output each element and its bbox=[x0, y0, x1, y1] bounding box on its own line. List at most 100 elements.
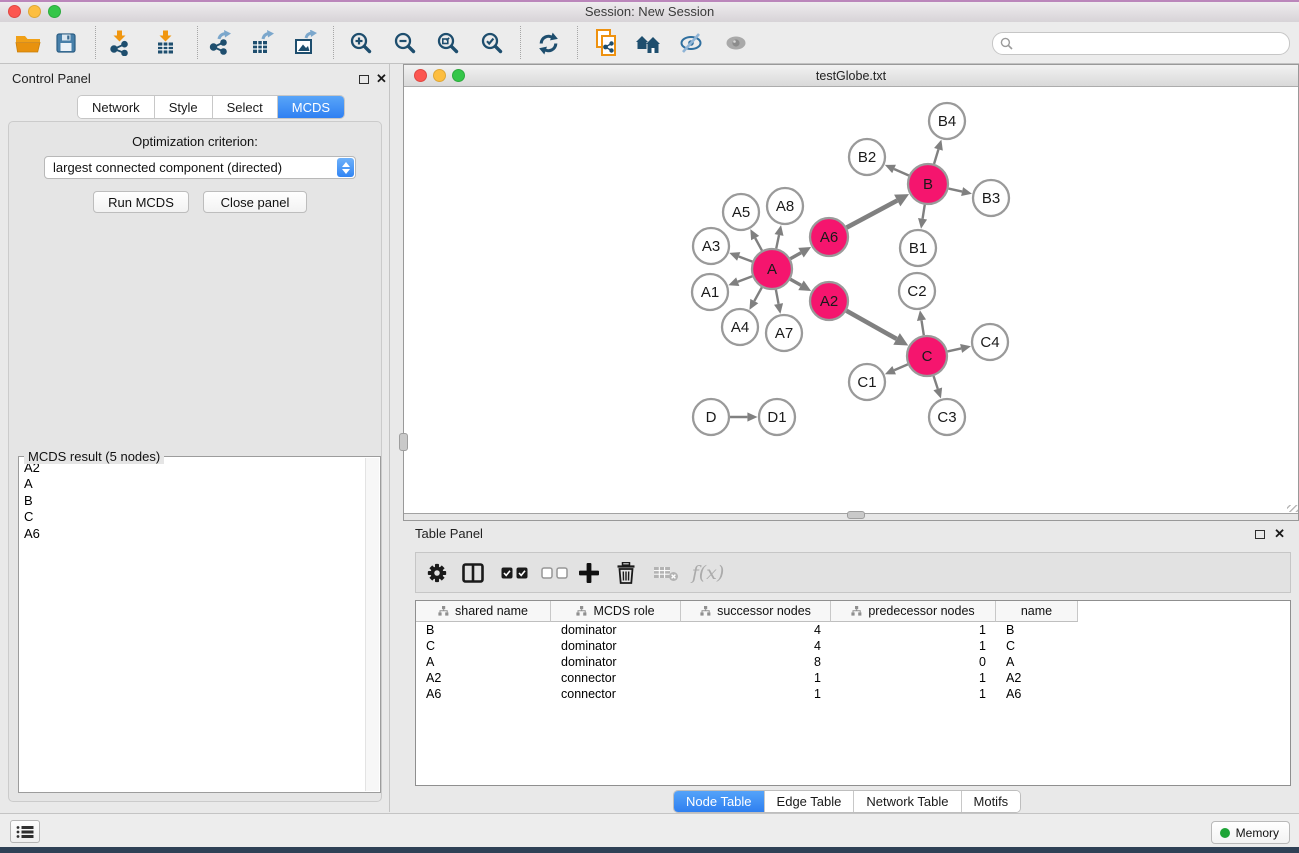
tab-style[interactable]: Style bbox=[155, 96, 213, 118]
search-field[interactable] bbox=[992, 32, 1290, 55]
mcds-result-item[interactable]: B bbox=[24, 493, 375, 509]
table-row[interactable]: Adominator80A bbox=[416, 654, 1290, 670]
zoom-out-button[interactable] bbox=[387, 25, 423, 61]
float-panel-icon[interactable] bbox=[359, 75, 369, 84]
tab-network[interactable]: Network bbox=[78, 96, 155, 118]
graph-edge-A-A8[interactable] bbox=[776, 235, 779, 248]
network-horizontal-scrollbar[interactable] bbox=[847, 511, 865, 519]
home-button[interactable] bbox=[630, 25, 666, 61]
graph-node-C1[interactable]: C1 bbox=[849, 364, 885, 400]
table-row[interactable]: A2connector11A2 bbox=[416, 670, 1290, 686]
graph-node-A2[interactable]: A2 bbox=[810, 282, 848, 320]
zoom-in-button[interactable] bbox=[343, 25, 379, 61]
table-row[interactable]: Bdominator41B bbox=[416, 622, 1290, 638]
graph-edge-A-A2[interactable] bbox=[790, 279, 801, 285]
show-all-button[interactable] bbox=[718, 25, 754, 61]
resize-grip-icon[interactable] bbox=[1287, 501, 1298, 512]
column-header-MCDS-role[interactable]: MCDS role bbox=[551, 601, 681, 622]
graph-node-A8[interactable]: A8 bbox=[767, 188, 803, 224]
import-network-button[interactable] bbox=[102, 25, 138, 61]
table-row[interactable]: A6connector11A6 bbox=[416, 686, 1290, 702]
graph-node-B4[interactable]: B4 bbox=[929, 103, 965, 139]
close-panel-button[interactable]: Close panel bbox=[203, 191, 307, 213]
column-header-shared-name[interactable]: shared name bbox=[416, 601, 551, 622]
graph-node-B1[interactable]: B1 bbox=[900, 230, 936, 266]
table-settings-button[interactable] bbox=[423, 553, 451, 592]
export-table-button[interactable] bbox=[244, 25, 280, 61]
graph-node-C2[interactable]: C2 bbox=[899, 273, 935, 309]
graph-node-A5[interactable]: A5 bbox=[723, 194, 759, 230]
zoom-selected-button[interactable] bbox=[474, 25, 510, 61]
graph-node-B2[interactable]: B2 bbox=[849, 139, 885, 175]
result-scrollbar[interactable] bbox=[365, 458, 379, 791]
function-builder-button[interactable]: f(x) bbox=[688, 553, 728, 592]
graph-edge-C-C3[interactable] bbox=[934, 376, 938, 389]
search-input[interactable] bbox=[1013, 37, 1289, 51]
import-table-button[interactable] bbox=[148, 25, 184, 61]
graph-edge-C-C4[interactable] bbox=[947, 348, 961, 351]
run-mcds-button[interactable]: Run MCDS bbox=[93, 191, 189, 213]
graph-node-A1[interactable]: A1 bbox=[692, 274, 728, 310]
delete-table-button[interactable] bbox=[651, 553, 681, 592]
node-table[interactable]: shared nameMCDS rolesuccessor nodesprede… bbox=[415, 600, 1291, 786]
graph-edge-A-A6[interactable] bbox=[790, 253, 801, 259]
graph-edge-C-C1[interactable] bbox=[894, 364, 908, 370]
graph-edge-B-B1[interactable] bbox=[923, 205, 925, 219]
table-row[interactable]: Cdominator41C bbox=[416, 638, 1290, 654]
graph-node-D[interactable]: D bbox=[693, 399, 729, 435]
tab-node-table[interactable]: Node Table bbox=[674, 791, 765, 812]
column-header-predecessor-nodes[interactable]: predecessor nodes bbox=[831, 601, 996, 622]
graph-edge-A-A4[interactable] bbox=[754, 287, 762, 301]
export-image-button[interactable] bbox=[287, 25, 323, 61]
tab-mcds[interactable]: MCDS bbox=[278, 96, 344, 118]
close-table-panel-icon[interactable]: ✕ bbox=[1274, 528, 1285, 540]
graph-node-A[interactable]: A bbox=[752, 249, 792, 289]
tab-select[interactable]: Select bbox=[213, 96, 278, 118]
tab-edge-table[interactable]: Edge Table bbox=[765, 791, 855, 812]
graph-edge-A6-B[interactable] bbox=[847, 200, 898, 227]
graph-edge-A-A7[interactable] bbox=[776, 290, 779, 304]
column-header-successor-nodes[interactable]: successor nodes bbox=[681, 601, 831, 622]
float-table-panel-icon[interactable] bbox=[1255, 530, 1265, 539]
export-network-button[interactable] bbox=[202, 25, 238, 61]
graph-node-A6[interactable]: A6 bbox=[810, 218, 848, 256]
mcds-result-item[interactable]: C bbox=[24, 509, 375, 525]
graph-node-A4[interactable]: A4 bbox=[722, 309, 758, 345]
tab-network-table[interactable]: Network Table bbox=[854, 791, 961, 812]
graph-node-C[interactable]: C bbox=[907, 336, 947, 376]
add-column-button[interactable] bbox=[575, 553, 603, 592]
column-header-name[interactable]: name bbox=[996, 601, 1078, 622]
graph-node-C4[interactable]: C4 bbox=[972, 324, 1008, 360]
graph-node-B3[interactable]: B3 bbox=[973, 180, 1009, 216]
hide-selected-button[interactable] bbox=[673, 25, 709, 61]
optimization-select[interactable]: largest connected component (directed) bbox=[44, 156, 356, 179]
graph-edge-A-A3[interactable] bbox=[739, 256, 753, 261]
graph-edge-B-B2[interactable] bbox=[894, 169, 909, 176]
select-all-button[interactable] bbox=[499, 553, 531, 592]
graph-node-B[interactable]: B bbox=[908, 164, 948, 204]
tab-motifs[interactable]: Motifs bbox=[962, 791, 1021, 812]
show-columns-button[interactable] bbox=[459, 553, 487, 592]
delete-column-button[interactable] bbox=[612, 553, 640, 592]
mcds-result-item[interactable]: A bbox=[24, 476, 375, 492]
network-canvas[interactable]: B4B2BB3A8A5A6A3B1AA1C2A2A4A7C4CC1DC3D1 bbox=[404, 87, 1298, 514]
graph-node-C3[interactable]: C3 bbox=[929, 399, 965, 435]
graph-edge-A-A1[interactable] bbox=[738, 276, 753, 281]
network-from-selection-button[interactable] bbox=[588, 25, 624, 61]
network-vertical-scrollbar[interactable] bbox=[399, 433, 408, 451]
mcds-result-item[interactable]: A6 bbox=[24, 526, 375, 542]
graph-node-A7[interactable]: A7 bbox=[766, 315, 802, 351]
graph-edge-B-B3[interactable] bbox=[948, 189, 962, 192]
open-session-button[interactable] bbox=[10, 25, 46, 61]
graph-edge-C-C2[interactable] bbox=[922, 320, 924, 335]
memory-button[interactable]: Memory bbox=[1211, 821, 1290, 844]
graph-edge-A2-C[interactable] bbox=[846, 311, 896, 339]
graph-edge-A-A5[interactable] bbox=[755, 238, 762, 251]
graph-node-D1[interactable]: D1 bbox=[759, 399, 795, 435]
deselect-all-button[interactable] bbox=[539, 553, 571, 592]
refresh-layout-button[interactable] bbox=[530, 25, 566, 61]
zoom-fit-button[interactable] bbox=[430, 25, 466, 61]
close-panel-icon[interactable]: ✕ bbox=[376, 73, 387, 85]
save-session-button[interactable] bbox=[48, 25, 84, 61]
graph-edge-B-B4[interactable] bbox=[934, 149, 938, 164]
